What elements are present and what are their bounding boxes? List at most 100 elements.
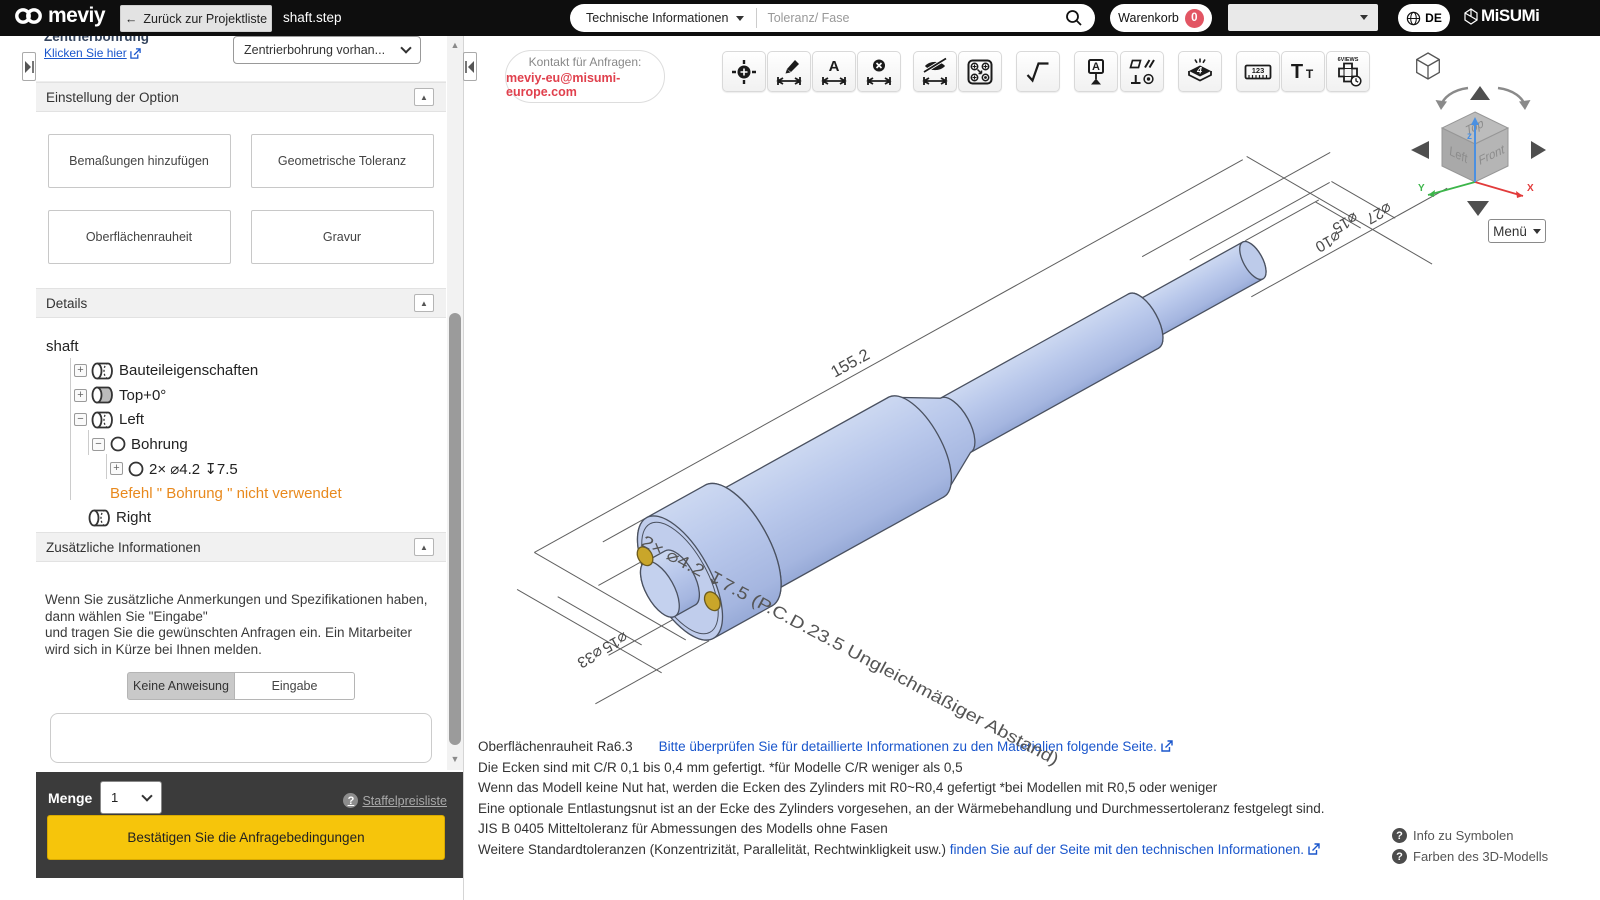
shaft-mid-section[interactable] [928,287,1171,459]
datum-button[interactable]: A [1074,51,1118,92]
tilt-up-arrow[interactable] [1470,86,1490,100]
toggle-keine-anweisung[interactable]: Keine Anweisung [127,672,235,700]
expander-plus-icon[interactable]: + [74,388,87,402]
search-category-label: Technische Informationen [586,11,729,25]
zentrierbohrung-help-link[interactable]: Klicken Sie hier [44,46,141,60]
tree-root[interactable]: shaft [46,334,446,359]
toggle-eingabe[interactable]: Eingabe [235,672,355,700]
shaft-tip-end-face[interactable] [1234,237,1271,283]
dia-15-right-dim[interactable]: ⌀15 [1329,209,1360,237]
dia-15-left-dim[interactable]: ⌀15 [599,628,630,656]
additional-notes-textarea[interactable] [50,713,432,763]
hide-dimension-button[interactable] [913,51,957,92]
boss-front-face[interactable] [633,555,688,623]
surface-roughness-button[interactable] [1016,51,1060,92]
overall-length-dim[interactable]: 155.2 [828,346,873,382]
engraving-button[interactable]: Gravur [250,210,434,264]
tree-item-bohrung[interactable]: − Bohrung [46,432,446,457]
contact-email[interactable]: meviy-eu@misumi-europe.com [506,71,664,99]
wireframe-cube-icon[interactable] [1416,52,1440,80]
flange-step-ring[interactable] [679,471,798,621]
back-to-project-list-button[interactable]: ← Zurück zur Projektliste [120,5,272,32]
shaft-tip-section[interactable] [1125,237,1271,344]
flange-front-face[interactable] [620,503,739,653]
cart-button[interactable]: Warenkorb 0 [1110,4,1212,32]
boss-section[interactable] [633,544,708,623]
text-size-button[interactable]: T T [1281,51,1325,92]
hole-callout-dim[interactable]: 2× ⌀4.2 ↧7.5 (P.C.D.23.5 Ungleichmäßiger… [638,532,1062,769]
text-dimension-button[interactable]: A [812,51,856,92]
rotate-left-arrowhead[interactable] [1435,100,1448,110]
collapse-left-icon [465,60,474,73]
expander-minus-icon[interactable]: − [92,437,105,451]
pan-right-arrow[interactable] [1531,141,1546,159]
collapse-sidebar-handle[interactable] [463,52,477,81]
meviy-logo[interactable]: meviy [14,4,106,28]
scroll-up-arrow[interactable]: ▲ [450,40,460,50]
tree-item-left[interactable]: − Left [46,408,446,433]
tilt-down-arrow[interactable] [1467,201,1489,216]
expander-plus-icon[interactable]: + [74,364,87,378]
cylinder-icon-filled [91,386,113,404]
external-link-icon[interactable] [1160,740,1173,752]
search-icon[interactable] [1065,9,1083,27]
six-views-button[interactable]: 6VIEWS [1326,51,1370,92]
search-input[interactable] [767,11,1065,25]
shaft-taper-section[interactable] [867,369,996,509]
expand-right-icon [25,60,34,73]
pan-left-arrow[interactable] [1411,141,1429,159]
svg-text:4: 4 [1196,65,1202,75]
meviy-logo-icon [15,8,42,24]
surface-roughness-button[interactable]: Oberflächenrauheit [47,210,231,264]
search-category-dropdown[interactable]: Technische Informationen [570,11,745,25]
price-list-link[interactable]: ? Staffelpreisliste [343,793,447,808]
drill-hole-1[interactable] [634,544,656,568]
dia-33-dim[interactable]: ⌀33 [574,643,605,671]
edit-dimension-button[interactable] [767,51,811,92]
collapse-additional-section-button[interactable]: ▲ [414,538,434,556]
zentrierbohrung-select[interactable]: Zentrierbohrung vorhan... [233,36,421,64]
tree-item-bauteileigenschaften[interactable]: + Bauteileigenschaften [46,359,446,384]
engraving-button[interactable]: 4 [1178,51,1222,92]
delete-dimension-button[interactable] [857,51,901,92]
collapse-details-section-button[interactable]: ▲ [414,294,434,312]
confirm-request-button[interactable]: Bestätigen Sie die Anfragebedingungen [47,815,445,860]
shaft-body-section[interactable] [689,385,966,607]
external-link-icon[interactable] [1308,843,1320,855]
rotate-right-arrowhead[interactable] [1519,100,1531,110]
expand-panel-handle[interactable] [22,52,36,81]
dia-10-dim[interactable]: ⌀10 [1312,227,1344,255]
collapse-option-section-button[interactable]: ▲ [414,88,434,106]
measure-ruler-button[interactable]: 123 [1236,51,1280,92]
hole-pattern-button[interactable] [958,51,1002,92]
chevron-down-icon [400,42,412,54]
scroll-down-arrow[interactable]: ▼ [450,754,460,764]
project-dropdown[interactable] [1228,4,1378,31]
model-colors-link[interactable]: ? Farben des 3D-Modells [1392,846,1548,867]
geometric-tolerance-button[interactable] [1120,51,1164,92]
shaft-step-ring[interactable] [1116,287,1171,355]
drill-hole-2[interactable] [701,589,723,613]
locate-dimension-button[interactable] [722,51,766,92]
flange-section[interactable] [620,471,798,653]
misumi-logo[interactable]: MiSUMi [1464,6,1540,26]
material-info-link[interactable]: Bitte überprüfen Sie für detaillierte In… [659,739,1157,754]
price-list-label: Staffelpreisliste [362,793,447,808]
technical-info-link[interactable]: finden Sie auf der Seite mit den technis… [950,842,1304,857]
circle-icon [128,461,144,477]
tree-item-top[interactable]: + Top+0° [46,383,446,408]
expander-plus-icon[interactable]: + [110,462,123,476]
geometric-tolerance-button[interactable]: Geometrische Toleranz [250,134,434,188]
sidebar-scrollbar[interactable]: ▲ ▼ [447,36,463,770]
shaft-3d-model[interactable] [614,195,1294,656]
contact-info: Kontakt für Anfragen: meviy-eu@misumi-eu… [505,50,665,103]
tree-item-right[interactable]: Right [46,506,446,531]
scrollbar-thumb[interactable] [449,313,461,745]
language-selector[interactable]: DE [1398,4,1450,32]
quantity-select[interactable]: 1 [100,781,162,814]
expander-minus-icon[interactable]: − [74,413,87,427]
symbol-info-link[interactable]: ? Info zu Symbolen [1392,825,1548,846]
cylinder-icon [91,362,113,380]
add-dimensions-button[interactable]: Bemaßungen hinzufügen [47,134,231,188]
tree-connector [70,358,71,500]
